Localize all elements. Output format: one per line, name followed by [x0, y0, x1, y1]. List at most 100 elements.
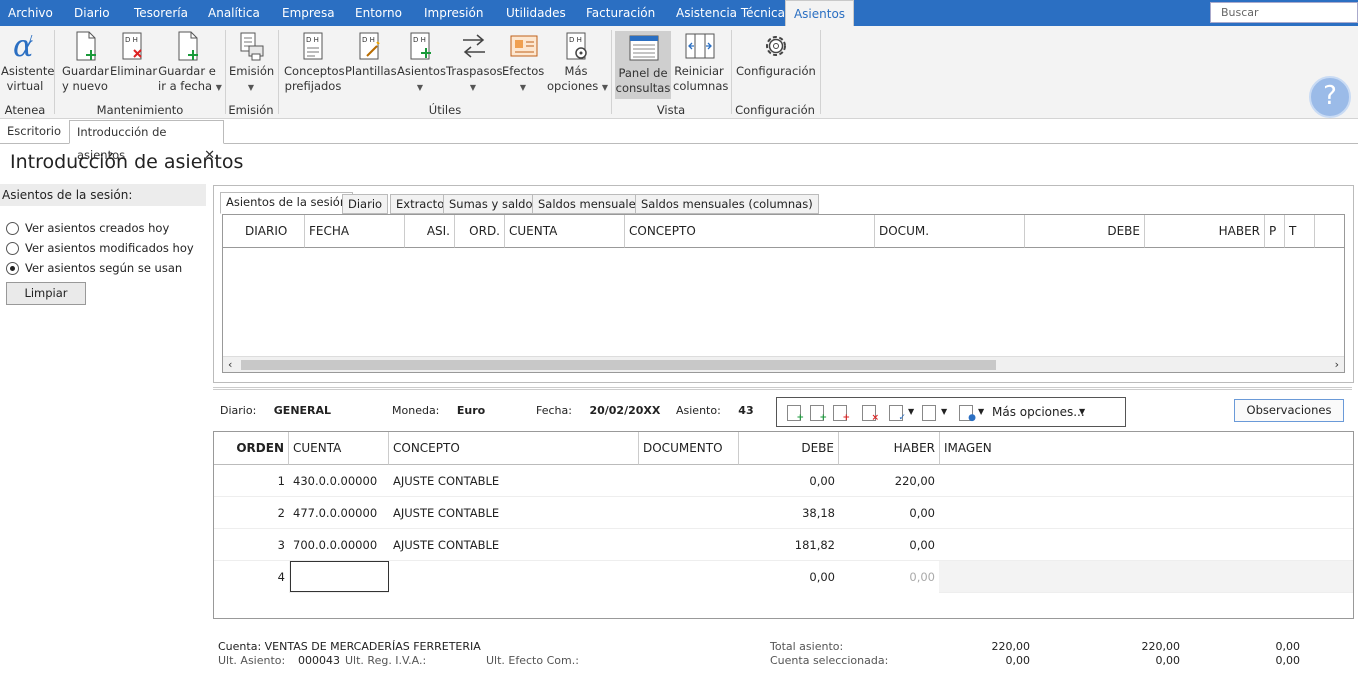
- col-t[interactable]: T: [1285, 215, 1315, 248]
- eliminar-button[interactable]: D H Eliminar: [110, 30, 157, 79]
- col-fecha[interactable]: FECHA: [305, 215, 405, 248]
- col-diario[interactable]: DIARIO: [223, 215, 305, 248]
- guardar-ir-fecha-button[interactable]: Guardar e ir a fecha ▼: [158, 30, 222, 95]
- document-options-icon[interactable]: ●: [959, 405, 976, 423]
- radio-modificados-hoy[interactable]: Ver asientos modificados hoy: [6, 241, 194, 255]
- svg-text:D H: D H: [569, 36, 582, 44]
- col-concepto[interactable]: CONCEPTO: [625, 215, 875, 248]
- gear-icon: [761, 30, 789, 62]
- menu-analitica[interactable]: Analítica: [208, 0, 260, 26]
- table-row[interactable]: 1 430.0.0.00000 AJUSTE CONTABLE 0,00 220…: [214, 465, 1353, 497]
- tab-introduccion-asientos[interactable]: Introducción de asientos ✕: [69, 120, 224, 163]
- menu-tesoreria[interactable]: Tesorería: [134, 0, 188, 26]
- group-emision: Emisión: [228, 103, 274, 117]
- menu-empresa[interactable]: Empresa: [282, 0, 335, 26]
- table-row[interactable]: 2 477.0.0.00000 AJUSTE CONTABLE 38,18 0,…: [214, 497, 1353, 529]
- menu-archivo[interactable]: Archivo: [8, 0, 53, 26]
- tab-saldos-mensuales[interactable]: Saldos mensuales: [532, 194, 648, 214]
- chevron-down-icon[interactable]: ▼: [941, 407, 947, 416]
- menu-diario[interactable]: Diario: [74, 0, 110, 26]
- tab-diario[interactable]: Diario: [342, 194, 389, 214]
- search-input[interactable]: Buscar: [1210, 2, 1358, 23]
- traspasos-button[interactable]: Traspasos ▼: [446, 30, 502, 95]
- configuracion-button[interactable]: Configuración: [736, 30, 816, 79]
- tab-extracto[interactable]: Extracto: [390, 194, 451, 214]
- template-wand-icon: D H: [355, 30, 383, 62]
- delete-row-icon[interactable]: ×: [862, 405, 879, 423]
- scroll-right-icon[interactable]: ›: [1335, 357, 1339, 372]
- tab-escritorio[interactable]: Escritorio: [0, 120, 68, 144]
- asistente-virtual-button[interactable]: α / Asistente virtual: [1, 29, 55, 94]
- col-cuenta[interactable]: CUENTA: [505, 215, 625, 248]
- chevron-down-icon[interactable]: ▼: [908, 407, 914, 416]
- check-row-icon[interactable]: ✓: [889, 405, 906, 423]
- emision-button[interactable]: Emisión ▼: [229, 30, 274, 95]
- splitter[interactable]: [213, 387, 1352, 390]
- col-haber[interactable]: HABER: [1145, 215, 1265, 248]
- tab-saldos-mensuales-columnas[interactable]: Saldos mensuales (columnas): [635, 194, 819, 214]
- scroll-left-icon[interactable]: ‹: [228, 357, 232, 372]
- radio-segun-se-usan[interactable]: Ver asientos según se usan: [6, 261, 182, 275]
- asientos-button[interactable]: D H Asientos ▼: [397, 30, 446, 95]
- col-documento[interactable]: DOCUMENTO: [639, 432, 739, 465]
- group-utiles: Útiles: [428, 103, 462, 117]
- menu-utilidades[interactable]: Utilidades: [506, 0, 566, 26]
- svg-text:D H: D H: [362, 36, 375, 44]
- mas-opciones-button[interactable]: D H Más opciones ▼: [547, 30, 609, 95]
- chevron-down-icon: ▼: [601, 83, 609, 92]
- col-ord[interactable]: ORD.: [455, 215, 505, 248]
- left-panel: Asientos de la sesión: Ver asientos crea…: [0, 184, 206, 673]
- chevron-down-icon[interactable]: ▼: [1079, 407, 1085, 416]
- footer-sel-label: Cuenta seleccionada:: [770, 654, 889, 667]
- col-debe[interactable]: DEBE: [1025, 215, 1145, 248]
- radio-creados-hoy[interactable]: Ver asientos creados hoy: [6, 221, 169, 235]
- menu-facturacion[interactable]: Facturación: [586, 0, 655, 26]
- footer-cuenta: Cuenta: VENTAS DE MERCADERÍAS FERRETERIA: [218, 640, 481, 653]
- help-icon[interactable]: ?: [1309, 76, 1351, 118]
- table-row-active[interactable]: 4 0,00 0,00: [214, 561, 1353, 593]
- menu-entorno[interactable]: Entorno: [355, 0, 402, 26]
- tab-asientos-sesion[interactable]: Asientos de la sesión: [220, 192, 354, 214]
- col-filler: [1315, 215, 1344, 248]
- svg-text:D H: D H: [306, 36, 319, 44]
- add-row-red-icon[interactable]: +: [833, 405, 850, 423]
- col-docum[interactable]: DOCUM.: [875, 215, 1025, 248]
- page-title: Introducción de asientos: [10, 151, 244, 173]
- plantillas-button[interactable]: D H Plantillas: [345, 30, 397, 79]
- add-row-icon[interactable]: +: [810, 405, 827, 423]
- footer-sel-saldo: 0,00: [1275, 654, 1301, 667]
- col-imagen[interactable]: IMAGEN: [940, 432, 1353, 465]
- mas-opciones-link[interactable]: Más opciones...: [992, 405, 1085, 419]
- tab-sumas-saldos[interactable]: Sumas y saldos: [443, 194, 545, 214]
- observaciones-button[interactable]: Observaciones: [1234, 399, 1344, 422]
- col-asi[interactable]: ASI.: [405, 215, 455, 248]
- save-goto-date-icon: [173, 30, 201, 62]
- col-concepto[interactable]: CONCEPTO: [389, 432, 639, 465]
- cuenta-input[interactable]: [290, 561, 389, 592]
- efectos-button[interactable]: Efectos ▼: [502, 30, 544, 95]
- reiniciar-columnas-button[interactable]: Reiniciar columnas: [673, 30, 728, 94]
- panel-consultas-button[interactable]: Panel de consultas: [615, 31, 671, 99]
- menu-impresion[interactable]: Impresión: [424, 0, 483, 26]
- chevron-down-icon[interactable]: ▼: [978, 407, 984, 416]
- copy-row-icon[interactable]: [922, 405, 936, 421]
- insert-row-icon[interactable]: +: [787, 405, 804, 423]
- col-haber[interactable]: HABER: [839, 432, 940, 465]
- col-p[interactable]: P: [1265, 215, 1285, 248]
- footer-ult-asiento-label: Ult. Asiento:: [218, 654, 286, 667]
- menu-asistencia-tecnica[interactable]: Asistencia Técnica: [676, 0, 785, 26]
- menu-asientos[interactable]: Asientos: [785, 0, 854, 27]
- limpiar-button[interactable]: Limpiar: [6, 282, 86, 305]
- scrollbar-thumb[interactable]: [241, 360, 996, 370]
- group-atenea: Atenea: [4, 103, 46, 117]
- table-row[interactable]: 3 700.0.0.00000 AJUSTE CONTABLE 181,82 0…: [214, 529, 1353, 561]
- guardar-nuevo-button[interactable]: Guardar y nuevo: [62, 30, 109, 94]
- col-orden[interactable]: ORDEN: [214, 432, 289, 465]
- col-cuenta[interactable]: CUENTA: [289, 432, 389, 465]
- footer-ult-efecto: Ult. Efecto Com.:: [486, 654, 579, 667]
- printer-icon: [237, 30, 265, 62]
- transfer-arrows-icon: [459, 30, 487, 62]
- horizontal-scrollbar[interactable]: ‹ ›: [223, 356, 1344, 372]
- col-debe[interactable]: DEBE: [739, 432, 839, 465]
- conceptos-prefijados-button[interactable]: D H Conceptos prefijados: [284, 30, 345, 94]
